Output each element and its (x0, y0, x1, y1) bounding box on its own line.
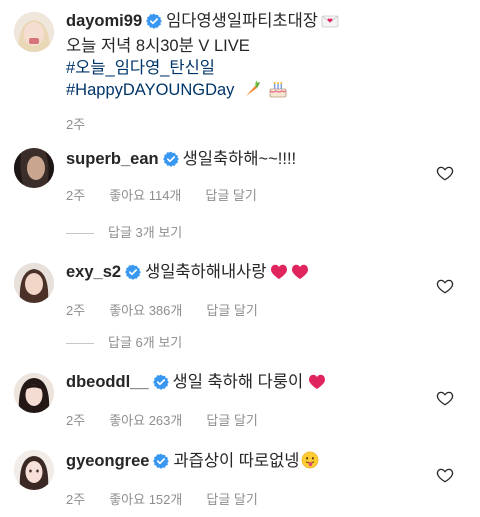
comment-likes[interactable]: 좋아요 386개 (109, 303, 182, 318)
carrot-icon (243, 80, 261, 104)
verified-badge-icon (125, 264, 141, 286)
comment-likes[interactable]: 좋아요 114개 (109, 188, 181, 203)
red-heart-icon (291, 263, 309, 286)
comment-username[interactable]: exy_s2 (66, 263, 121, 281)
comment-time: 2주 (66, 188, 86, 203)
tongue-face-icon (301, 451, 319, 475)
comment-item: superb_ean 생일축하해~~!!!! 2주 좋아요 114개 답글 달기 답글… (0, 140, 480, 250)
post-time: 2주 (66, 117, 86, 132)
replies-divider (66, 343, 94, 345)
comment-username[interactable]: gyeongree (66, 452, 149, 470)
hashtag-link-1[interactable]: #오늘_임다영_탄신일 (66, 59, 215, 77)
comment-item: gyeongree 과즙상이 따로없넹 2주 좋아요 152개 답글 달기 (0, 440, 480, 517)
avatar[interactable] (14, 12, 54, 52)
comment-text: 생일축하해~~!!!! (182, 150, 297, 168)
comment-time: 2주 (66, 492, 86, 507)
view-replies-link[interactable]: 답글 6개 보기 (66, 332, 182, 351)
like-heart-icon[interactable] (436, 164, 454, 182)
avatar-photo (14, 12, 54, 52)
verified-badge-icon (152, 374, 169, 396)
view-replies-link[interactable]: 답글 3개 보기 (66, 222, 182, 241)
avatar-photo (14, 373, 54, 413)
avatar-photo (14, 148, 54, 188)
comment-time: 2주 (66, 303, 86, 318)
caption-line-1: 임다영생일파티초대장 (166, 12, 318, 30)
comment-likes[interactable]: 좋아요 263개 (109, 413, 182, 428)
comment-likes[interactable]: 좋아요 152개 (109, 492, 182, 507)
like-heart-icon[interactable] (436, 466, 454, 484)
red-heart-icon (270, 263, 288, 286)
post-caption: dayomi99 임다영생일파티초대장 오늘 저녁 8시30분 V LIVE #오… (0, 0, 480, 132)
caption-line-2: 오늘 저녁 8시30분 V LIVE (66, 37, 250, 55)
comment-item: exy_s2 생일축하해내사랑 2주 좋아요 386개 답글 달기 답글 6개 보기 (0, 255, 480, 365)
comment-text: 생일 축하해 다룽이 (172, 373, 304, 391)
comment-username[interactable]: dbeoddl__ (66, 373, 149, 391)
reply-button[interactable]: 답글 달기 (206, 492, 257, 507)
hashtag-link-2[interactable]: #HappyDAYOUNGDay (66, 81, 234, 99)
red-heart-icon (308, 373, 326, 396)
comment-item: dbeoddl__ 생일 축하해 다룽이 2주 좋아요 263개 답글 달기 (0, 365, 480, 440)
comment-text: 생일축하해내사랑 (145, 263, 267, 281)
like-heart-icon[interactable] (436, 277, 454, 295)
love-letter-icon (321, 13, 339, 35)
verified-badge-icon (153, 453, 170, 475)
comment-time: 2주 (66, 413, 86, 428)
replies-divider (66, 233, 94, 235)
reply-button[interactable]: 답글 달기 (206, 303, 257, 318)
reply-button[interactable]: 답글 달기 (206, 413, 257, 428)
reply-button[interactable]: 답글 달기 (205, 188, 256, 203)
avatar-photo (14, 450, 54, 490)
like-heart-icon[interactable] (436, 389, 454, 407)
verified-badge-icon (162, 151, 179, 173)
avatar[interactable] (14, 373, 54, 413)
birthday-cake-icon (268, 80, 288, 104)
comment-username[interactable]: superb_ean (66, 150, 159, 168)
post-username[interactable]: dayomi99 (66, 12, 142, 30)
avatar[interactable] (14, 148, 54, 188)
verified-badge-icon (146, 13, 163, 35)
avatar[interactable] (14, 263, 54, 303)
avatar[interactable] (14, 450, 54, 490)
avatar-photo (14, 263, 54, 303)
comment-text: 과즙상이 따로없넹 (173, 452, 300, 470)
